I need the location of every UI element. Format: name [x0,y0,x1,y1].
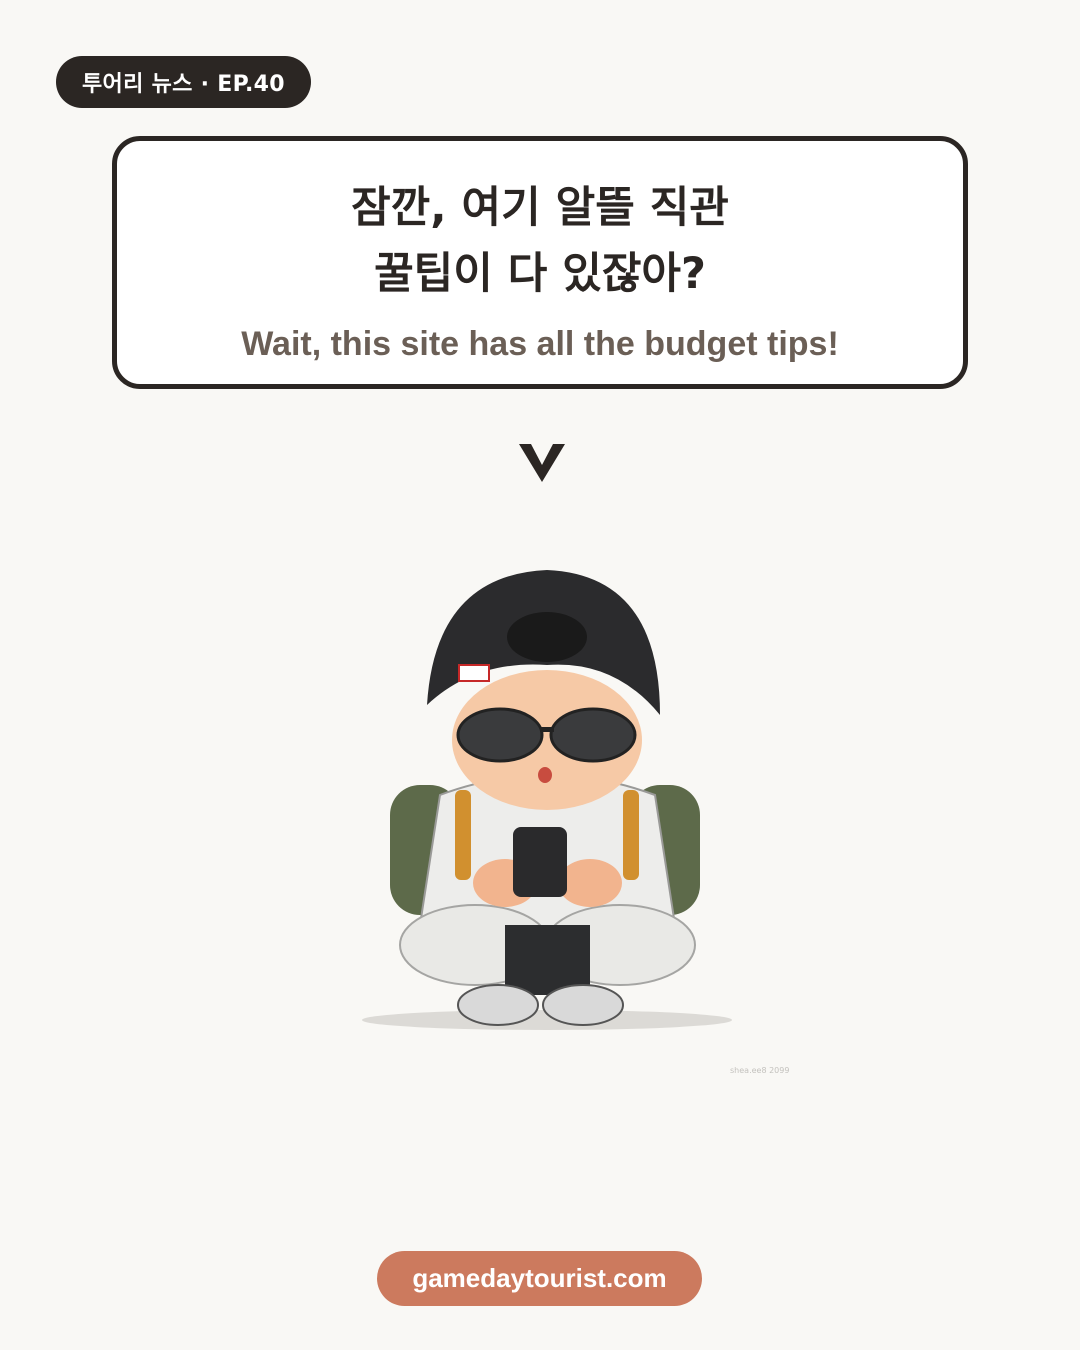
subline: Wait, this site has all the budget tips! [241,325,839,363]
website-link-label: gamedaytourist.com [412,1263,667,1293]
speech-bubble: 잠깐, 여기 알뜰 직관 꿀팁이 다 있잖아? Wait, this site … [112,136,968,389]
chevron-down-icon [519,444,565,482]
episode-badge-label: 투어리 뉴스 · EP.40 [82,72,285,97]
website-link[interactable]: gamedaytourist.com [377,1251,702,1306]
episode-badge: 투어리 뉴스 · EP.40 [56,56,311,108]
headline: 잠깐, 여기 알뜰 직관 꿀팁이 다 있잖아? [160,175,920,307]
illustration-watermark: shea.ee8 2099 [730,1066,790,1075]
character-illustration [362,570,732,1030]
headline-line-2: 꿀팁이 다 있잖아? [374,249,706,299]
headline-line-1: 잠깐, 여기 알뜰 직관 [351,183,729,233]
